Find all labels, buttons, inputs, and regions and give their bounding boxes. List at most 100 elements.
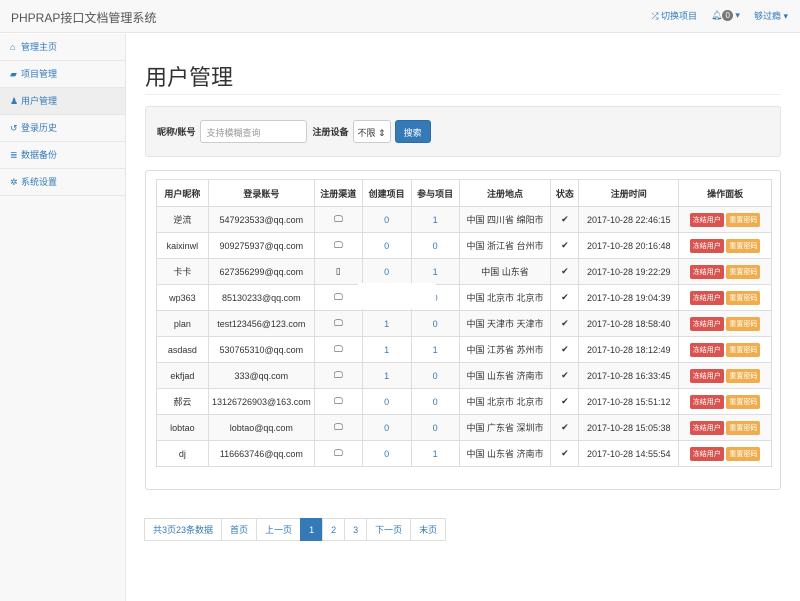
joined-count[interactable]: 0 [410,388,460,415]
location: 中国 山东省 济南市 [458,362,552,389]
reset-password-button[interactable]: 重置密码 [726,316,761,331]
check-icon: ✔ [550,258,580,285]
sidebar-item[interactable]: ≣ 数据备份 [0,142,125,169]
actions: 冻结用户 重置密码 [678,284,772,311]
joined-count[interactable]: 1 [410,258,460,285]
created-count[interactable]: 0 [361,206,412,233]
freeze-user-button[interactable]: 冻结用户 [689,212,724,227]
notifications-dropdown[interactable]: 🔔︎ 0 ▾ [711,10,740,21]
pagination: 共3页23条数据 首页 上一页 1 2 3 下一页 末页 [144,518,447,541]
register-time: 2017-10-28 15:51:12 [578,388,680,415]
freeze-user-button[interactable]: 冻结用户 [689,290,724,305]
actions: 冻结用户 重置密码 [678,310,772,337]
home-icon: ⌂ [10,42,16,52]
search-button[interactable]: 搜索 [394,120,431,143]
account: 333@qq.com [207,362,315,389]
reset-password-button[interactable]: 重置密码 [726,290,761,305]
switch-project-link[interactable]: ⤮ 切换项目 [651,9,697,22]
sidebar-item[interactable]: ⌂ 管理主页 [0,34,125,61]
next-page-link[interactable]: 下一页 [366,518,412,541]
sidebar-item[interactable]: ♟ 用户管理 [0,88,125,115]
created-count[interactable]: 1 [361,336,412,363]
first-page-link[interactable]: 首页 [221,518,258,541]
actions: 冻结用户 重置密码 [678,206,772,233]
reset-password-button[interactable]: 重置密码 [726,264,761,279]
last-page-link[interactable]: 末页 [410,518,447,541]
joined-count[interactable]: 0 [410,362,460,389]
freeze-user-button[interactable]: 冻结用户 [689,368,724,383]
desktop-icon: 🖵︎ [313,362,363,389]
register-time: 2017-10-28 15:05:38 [578,414,680,441]
created-count[interactable]: 0 [361,388,412,415]
reset-password-button[interactable]: 重置密码 [726,394,761,409]
page-link[interactable]: 1 [300,518,324,541]
location: 中国 天津市 天津市 [458,310,552,337]
register-time: 2017-10-28 14:55:54 [578,440,680,467]
table-row: 逆流 547923533@qq.com 🖵︎ 0 1 中国 四川省 绵阳市 ✔ … [156,206,772,233]
check-icon: ✔ [550,414,580,441]
brand[interactable]: PHPRAP接口文档管理系统 [11,9,156,26]
sidebar-item[interactable]: ✲ 系统设置 [0,169,125,196]
reset-password-button[interactable]: 重置密码 [726,368,761,383]
reset-password-button[interactable]: 重置密码 [726,420,761,435]
reset-password-button[interactable]: 重置密码 [726,446,761,461]
bell-icon: 🔔︎ [711,10,723,20]
desktop-icon: 🖵︎ [313,440,363,467]
freeze-user-button[interactable]: 冻结用户 [689,394,724,409]
account: 547923533@qq.com [207,206,315,233]
table-row: 卡卡 627356299@qq.com ▯ 0 1 中国 山东省 ✔ 2017-… [156,258,772,285]
nickname: asdasd [156,336,209,363]
created-count[interactable]: 1 [361,362,412,389]
freeze-user-button[interactable]: 冻结用户 [689,238,724,253]
joined-count[interactable]: 1 [410,206,460,233]
user-dropdown[interactable]: 够过瘾 ▾ [754,9,788,22]
account: lobtao@qq.com [207,414,315,441]
sidebar-item-label: 系统设置 [21,177,58,187]
account: 85130233@qq.com [207,284,315,311]
sidebar-item[interactable]: ↺ 登录历史 [0,115,125,142]
device-select[interactable]: 不限 ⇕ [352,120,391,143]
column-header: 操作面板 [678,179,772,207]
joined-count[interactable]: 0 [410,414,460,441]
prev-page-link[interactable]: 上一页 [256,518,302,541]
table-row: 郝云 13126726903@163.com 🖵︎ 0 0 中国 北京市 北京市… [156,388,772,415]
desktop-icon: 🖵︎ [313,336,363,363]
joined-count[interactable]: 1 [410,336,460,363]
freeze-user-button[interactable]: 冻结用户 [689,446,724,461]
created-count[interactable]: 1 [361,310,412,337]
created-count[interactable]: 0 [361,414,412,441]
joined-count[interactable]: 0 [410,232,460,259]
register-time: 2017-10-28 18:58:40 [578,310,680,337]
actions: 冻结用户 重置密码 [678,414,772,441]
reset-password-button[interactable]: 重置密码 [726,212,761,227]
history-icon: ↺ [10,123,18,133]
reset-password-button[interactable]: 重置密码 [726,342,761,357]
freeze-user-button[interactable]: 冻结用户 [689,316,724,331]
table-row: lobtao lobtao@qq.com 🖵︎ 0 0 中国 广东省 深圳市 ✔… [156,414,772,441]
table-row: wp363 85130233@qq.com 🖵︎ 0 中国 北京市 北京市 ✔ … [156,284,772,311]
reset-password-button[interactable]: 重置密码 [726,238,761,253]
joined-count[interactable]: 0 [410,310,460,337]
page-link[interactable]: 2 [322,518,346,541]
page-link[interactable]: 3 [344,518,368,541]
navbar: PHPRAP接口文档管理系统 ⤮ 切换项目 🔔︎ 0 ▾ 够过瘾 ▾ [0,0,800,33]
freeze-user-button[interactable]: 冻结用户 [689,264,724,279]
created-count[interactable]: 0 [361,232,412,259]
register-time: 2017-10-28 19:04:39 [578,284,680,311]
page-title: 用户管理 [145,65,234,90]
account-search-input[interactable]: 支持模糊查询 [199,120,307,143]
joined-count[interactable]: 1 [410,440,460,467]
search-form: 昵称/账号 支持模糊查询 注册设备 不限 ⇕ 搜索 [145,106,781,157]
freeze-user-button[interactable]: 冻结用户 [689,420,724,435]
created-count[interactable]: 0 [361,258,412,285]
location: 中国 江苏省 苏州市 [458,336,552,363]
device-select-value: 不限 [357,128,376,138]
location: 中国 广东省 深圳市 [458,414,552,441]
sidebar-item[interactable]: ▰ 项目管理 [0,61,125,88]
check-icon: ✔ [550,206,580,233]
freeze-user-button[interactable]: 冻结用户 [689,342,724,357]
mobile-icon: ▯ [313,258,363,285]
actions: 冻结用户 重置密码 [678,336,772,363]
created-count[interactable]: 0 [361,440,412,467]
column-header: 注册渠道 [313,179,363,207]
